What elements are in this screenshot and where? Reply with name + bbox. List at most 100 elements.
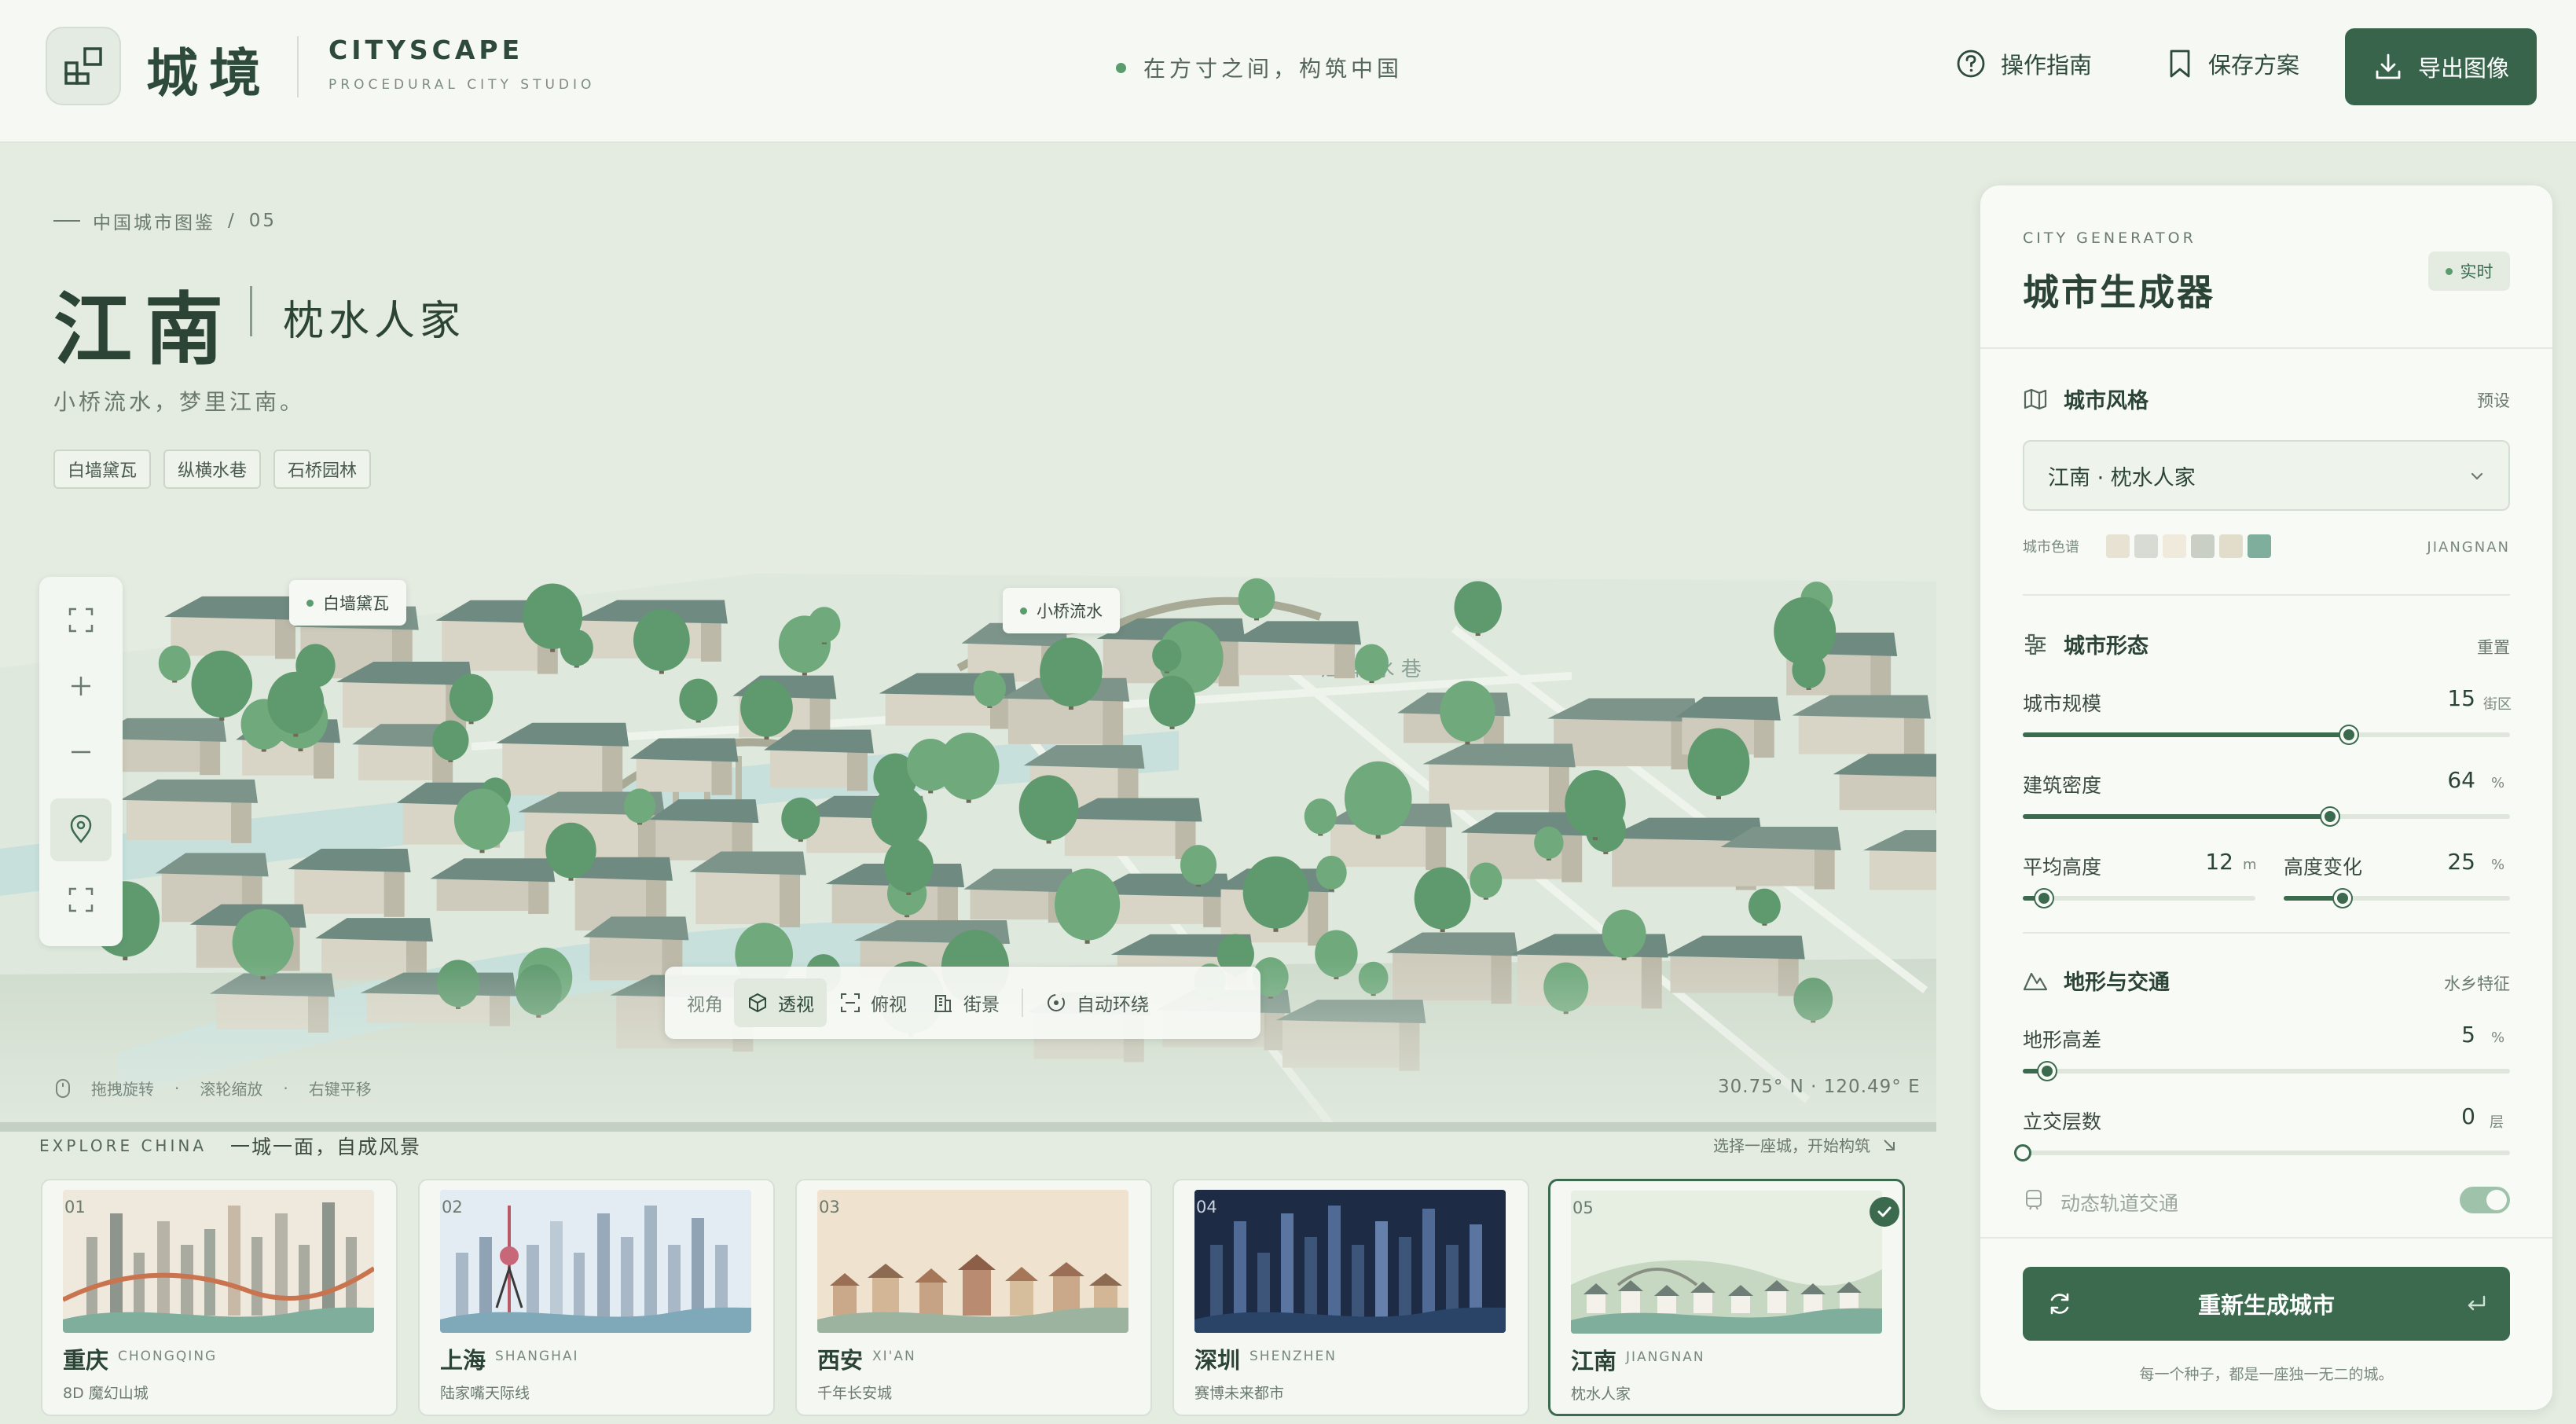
brand-english: CITYSCAPE	[328, 35, 524, 65]
city-card-shanghai[interactable]: 02 上海 SHANGHAI 陆家嘴天际线	[418, 1179, 775, 1416]
city-card-chongqing[interactable]: 01 重庆 CHONGQING 8D 魔幻山城	[41, 1179, 398, 1416]
panel-divider	[1980, 1237, 2552, 1239]
fit-view-button[interactable]	[61, 600, 101, 640]
city-title: 江南	[53, 283, 236, 376]
palette-swatch[interactable]	[2219, 534, 2243, 558]
reset-button[interactable]: 重置	[2431, 635, 2510, 659]
slider-fill	[2023, 732, 2350, 737]
card-city-english: SHENZHEN	[1249, 1349, 1337, 1364]
elevation-unit: %	[2491, 1029, 2505, 1046]
elevation-label: 地形高差	[2023, 1029, 2102, 1051]
slider-handle[interactable]	[2014, 1144, 2031, 1162]
variance-slider[interactable]	[2284, 890, 2510, 907]
panel-title: 城市生成器	[2023, 271, 2215, 314]
callout-white-walls[interactable]: 白墙黛瓦	[289, 580, 406, 626]
guide-button[interactable]: 操作指南	[1955, 47, 2092, 80]
card-thumbnail	[1194, 1190, 1506, 1333]
hint-bullet: ·	[174, 1078, 180, 1098]
elevation-slider[interactable]	[2023, 1062, 2510, 1080]
card-thumbnail	[63, 1190, 374, 1333]
regenerate-button[interactable]: 重新生成城市	[2023, 1267, 2510, 1341]
zoom-in-button[interactable]	[61, 666, 101, 706]
card-description: 陆家嘴天际线	[440, 1385, 530, 1402]
callout-dot	[306, 599, 314, 607]
panel-footer-note: 每一个种子，都是一座独一无二的城。	[2139, 1366, 2394, 1383]
map-toolbar	[39, 577, 123, 946]
callout-bridge[interactable]: 小桥流水	[1003, 588, 1120, 633]
house	[1792, 695, 1931, 758]
view-perspective-button[interactable]: 透视	[734, 978, 827, 1027]
breadcrumb-section[interactable]: 中国城市图鉴	[93, 207, 215, 234]
transit-toggle[interactable]	[2460, 1187, 2510, 1213]
style-select[interactable]: 江南 · 枕水人家	[2023, 440, 2510, 511]
palette-swatch[interactable]	[2191, 534, 2215, 558]
logo[interactable]	[46, 27, 121, 105]
view-divider	[1022, 989, 1023, 1017]
preset-link[interactable]: 预设	[2431, 388, 2510, 412]
city-viewport[interactable]: 江 南 水 巷 白墙黛瓦 小桥流水	[0, 550, 1936, 1132]
palette-swatch[interactable]	[2163, 534, 2186, 558]
explore-hint: 选择一座城，开始构筑	[1713, 1133, 1897, 1156]
export-label: 导出图像	[2417, 55, 2509, 82]
slider-handle[interactable]	[2321, 808, 2339, 825]
card-number: 04	[1196, 1198, 1217, 1217]
scale-slider[interactable]	[2023, 726, 2510, 743]
palette-swatch[interactable]	[2106, 534, 2130, 558]
density-unit: %	[2491, 775, 2505, 791]
card-number: 02	[442, 1198, 463, 1217]
explore-header: EXPLORE CHINA 一城一面，自成风景	[39, 1132, 421, 1160]
card-thumbnail	[440, 1190, 751, 1333]
train-icon	[2026, 1190, 2042, 1210]
status-dot	[1116, 62, 1126, 73]
breadcrumb: 中国城市图鉴 / 05	[53, 207, 277, 234]
transit-label: 动态轨道交通	[2060, 1192, 2179, 1215]
view-top-label: 俯视	[871, 995, 907, 1015]
levels-value: 0	[2461, 1103, 2475, 1129]
callout-label: 白墙黛瓦	[323, 594, 389, 613]
city-card-xian[interactable]: 03 西安 XI'AN 千年长安城	[795, 1179, 1152, 1416]
height-slider[interactable]	[2023, 890, 2255, 907]
city-card-shenzhen[interactable]: 04 深圳 SHENZHEN 赛博未来都市	[1172, 1179, 1529, 1416]
arrow-down-right-icon	[1884, 1139, 1895, 1151]
save-button[interactable]: 保存方案	[2166, 47, 2299, 80]
card-city-name: 江南	[1571, 1348, 1617, 1374]
density-slider[interactable]	[2023, 808, 2510, 825]
style-section-header: 城市风格	[2023, 384, 2149, 414]
card-city-english: SHANGHAI	[495, 1349, 579, 1364]
palette-swatch[interactable]	[2248, 534, 2271, 558]
house	[1720, 826, 1841, 890]
breadcrumb-separator: /	[228, 211, 237, 231]
slider-handle[interactable]	[2038, 1062, 2056, 1080]
view-top-button[interactable]: 俯视	[827, 978, 919, 1027]
view-label: 视角	[687, 995, 723, 1015]
auto-orbit-button[interactable]: 自动环绕	[1033, 978, 1161, 1027]
brand-divider	[297, 36, 299, 97]
terrain-section-title: 地形与交通	[2064, 971, 2170, 995]
fullscreen-button[interactable]	[61, 880, 101, 919]
slider-handle[interactable]	[2340, 726, 2358, 743]
map-icon	[2024, 388, 2047, 409]
form-section-title: 城市形态	[2064, 634, 2149, 659]
slider-handle[interactable]	[2035, 890, 2053, 907]
skyline-shanghai	[440, 1206, 751, 1333]
hint-drag: 拖拽旋转	[91, 1080, 154, 1099]
card-description: 8D 魔幻山城	[63, 1385, 149, 1402]
card-city-name: 西安	[817, 1347, 864, 1374]
locate-button[interactable]	[61, 809, 101, 849]
view-switcher: 视角 透视 俯视 街景 自动环绕	[665, 967, 1260, 1039]
live-badge: 实时	[2428, 251, 2510, 291]
variance-label: 高度变化	[2284, 856, 2363, 879]
city-card-jiangnan[interactable]: 05 江南 JIANGNAN 枕水人家	[1548, 1179, 1905, 1416]
palette-swatch[interactable]	[2134, 534, 2158, 558]
panel-divider	[1980, 347, 2552, 349]
slider-handle[interactable]	[2333, 890, 2351, 907]
view-street-button[interactable]: 街景	[919, 978, 1012, 1027]
hint-scroll: 滚轮缩放	[200, 1080, 263, 1099]
zoom-out-button[interactable]	[61, 732, 101, 772]
export-button[interactable]: 导出图像	[2345, 28, 2537, 105]
guide-label: 操作指南	[2001, 52, 2093, 79]
generator-panel: CITY GENERATOR 城市生成器 实时 城市风格 预设 江南 · 枕水人…	[1980, 185, 2552, 1410]
regenerate-label: 重新生成城市	[2197, 1292, 2335, 1319]
levels-slider[interactable]	[2014, 1144, 2510, 1162]
panel-eyebrow: CITY GENERATOR	[2023, 229, 2196, 247]
